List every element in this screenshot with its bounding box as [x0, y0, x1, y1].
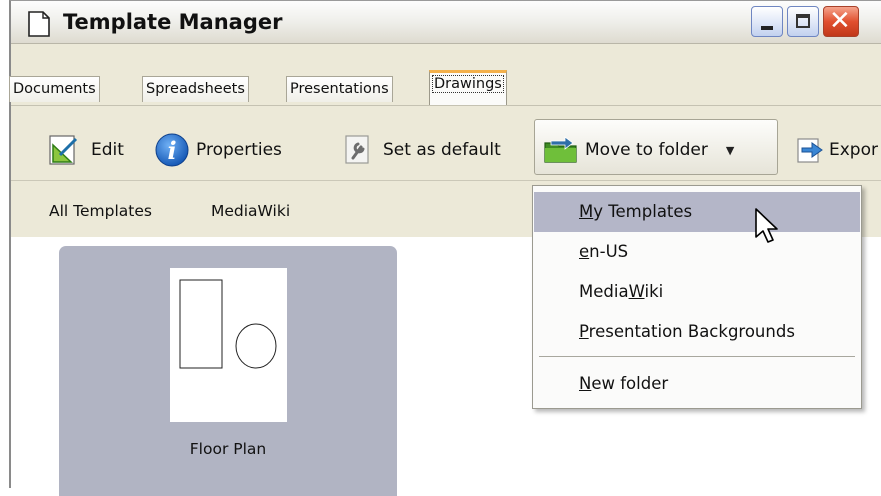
document-icon: [28, 11, 50, 37]
svg-text:i: i: [167, 136, 176, 165]
edit-drawing-icon: [49, 135, 78, 165]
floor-plan-preview: [179, 279, 277, 369]
move-to-folder-content[interactable]: Move to folder ▼: [543, 129, 734, 171]
menu-item-new-folder[interactable]: New folder: [534, 364, 860, 404]
title-bar[interactable]: Template Manager ✕: [11, 1, 881, 44]
chevron-down-icon[interactable]: ▼: [726, 144, 734, 157]
export-arrow-icon: [797, 138, 823, 163]
move-folder-icon: [544, 136, 577, 163]
menu-item-presentation-backgrounds[interactable]: Presentation Backgrounds: [534, 312, 860, 352]
wrench-icon: [345, 135, 369, 164]
set-as-default-label: Set as default: [383, 140, 501, 160]
info-icon: i: [155, 133, 189, 167]
tab-spreadsheets[interactable]: Spreadsheets: [142, 76, 249, 102]
minimize-button[interactable]: [751, 6, 783, 37]
menu-separator: [539, 356, 855, 357]
maximize-icon: [796, 14, 810, 28]
minimize-icon: [761, 26, 773, 30]
folder-mediawiki[interactable]: MediaWiki: [211, 202, 290, 220]
menu-item-en-us[interactable]: en-US: [534, 232, 860, 272]
edit-button[interactable]: Edit: [47, 129, 124, 171]
move-to-folder-menu: My Templates en-US MediaWiki Presentatio…: [532, 185, 862, 409]
window-title: Template Manager: [63, 10, 283, 34]
close-button[interactable]: ✕: [823, 6, 859, 37]
tab-documents[interactable]: Documents: [9, 76, 100, 102]
menu-item-my-templates[interactable]: My Templates: [534, 192, 860, 232]
tab-presentations[interactable]: Presentations: [286, 76, 393, 102]
menu-item-mediawiki[interactable]: MediaWiki: [534, 272, 860, 312]
template-name: Floor Plan: [189, 440, 267, 458]
folder-all-templates[interactable]: All Templates: [49, 202, 152, 220]
template-thumbnail: [170, 268, 287, 422]
export-label: Expor: [829, 140, 878, 160]
move-to-folder-label: Move to folder: [585, 140, 708, 160]
mouse-cursor-icon: [755, 208, 778, 243]
close-icon: ✕: [829, 6, 851, 36]
maximize-button[interactable]: [787, 6, 819, 37]
set-as-default-button[interactable]: Set as default: [343, 129, 501, 171]
tab-drawings[interactable]: Drawings: [429, 70, 507, 106]
export-button[interactable]: Expor: [795, 129, 878, 171]
edit-label: Edit: [91, 140, 124, 160]
properties-label: Properties: [196, 140, 282, 160]
properties-button[interactable]: i Properties: [154, 129, 282, 171]
